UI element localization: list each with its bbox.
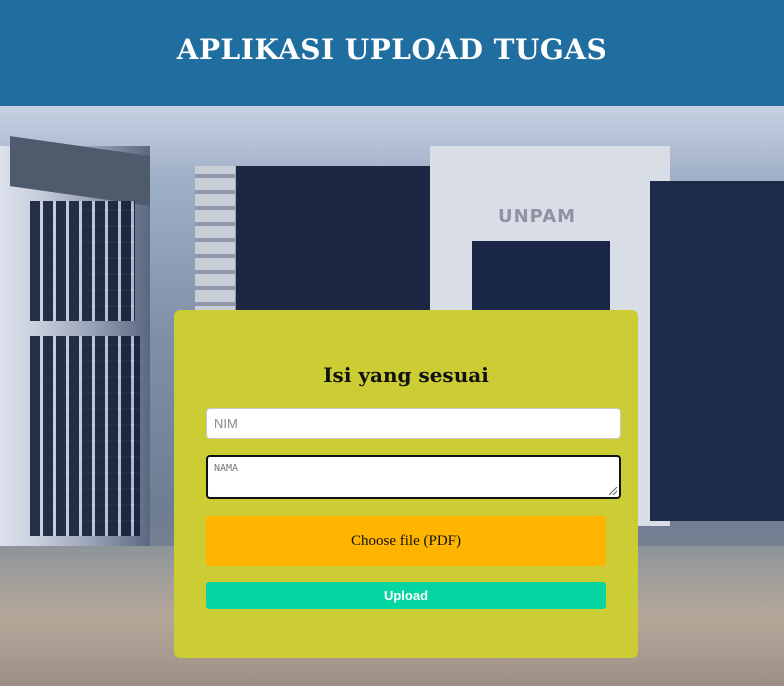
nim-input[interactable]: NIM xyxy=(206,408,621,439)
choose-file-button[interactable]: Choose file (PDF) xyxy=(206,516,606,566)
nama-textarea[interactable]: NAMA xyxy=(206,455,621,499)
upload-form-card: Isi yang sesuai NIM NAMA Choose file (PD… xyxy=(174,310,638,658)
nama-placeholder: NAMA xyxy=(214,463,239,474)
upload-button-label: Upload xyxy=(383,588,429,603)
nim-placeholder: NIM xyxy=(214,416,238,431)
choose-file-label: Choose file (PDF) xyxy=(351,532,461,549)
resize-grip-icon[interactable] xyxy=(609,487,617,495)
app-title: APLIKASI UPLOAD TUGAS xyxy=(176,32,608,66)
upload-button[interactable]: Upload xyxy=(206,582,606,609)
building-sign: UNPAM xyxy=(498,206,577,227)
app-header: APLIKASI UPLOAD TUGAS xyxy=(0,0,784,106)
form-heading: Isi yang sesuai xyxy=(323,363,489,387)
